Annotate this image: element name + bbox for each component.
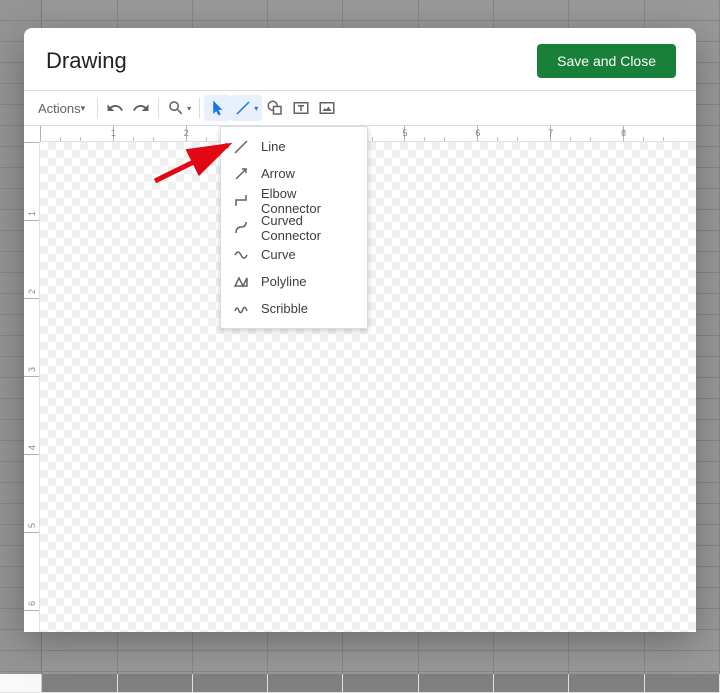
curved-connector-icon — [233, 220, 249, 236]
line-menu-scribble[interactable]: Scribble — [221, 295, 367, 322]
menu-item-label: Line — [261, 139, 286, 154]
ruler-tick: 2 — [27, 289, 37, 294]
drawing-canvas[interactable] — [40, 142, 696, 632]
actions-menu-button[interactable]: Actions — [30, 95, 93, 121]
ruler-tick: 4 — [27, 445, 37, 450]
undo-icon — [106, 99, 124, 117]
canvas-area: 1 2 3 4 5 6 7 8 1 2 3 4 5 6 Line A — [24, 126, 696, 632]
textbox-icon — [292, 99, 310, 117]
ruler-tick: 8 — [621, 128, 626, 138]
menu-item-label: Curved Connector — [261, 213, 355, 243]
line-tool-button[interactable]: ▾ — [230, 95, 262, 121]
curve-icon — [233, 247, 249, 263]
scribble-icon — [233, 301, 249, 317]
menu-item-label: Scribble — [261, 301, 308, 316]
chevron-down-icon: ▾ — [254, 104, 258, 113]
ruler-tick: 6 — [27, 601, 37, 606]
ruler-tick: 2 — [184, 128, 189, 138]
line-menu-curve[interactable]: Curve — [221, 241, 367, 268]
vertical-ruler: 1 2 3 4 5 6 — [24, 142, 40, 632]
menu-item-label: Curve — [261, 247, 296, 262]
textbox-tool-button[interactable] — [288, 95, 314, 121]
chevron-down-icon: ▾ — [187, 104, 191, 113]
zoom-button[interactable]: ▾ — [163, 95, 195, 121]
drawing-modal: Drawing Save and Close Actions ▾ ▾ — [24, 28, 696, 632]
undo-button[interactable] — [102, 95, 128, 121]
line-menu-arrow[interactable]: Arrow — [221, 160, 367, 187]
separator — [199, 98, 200, 118]
ruler-tick: 5 — [27, 523, 37, 528]
elbow-connector-icon — [233, 193, 249, 209]
separator — [158, 98, 159, 118]
line-dropdown-menu: Line Arrow Elbow Connector Curved Connec… — [220, 126, 368, 329]
menu-item-label: Arrow — [261, 166, 295, 181]
ruler-tick: 5 — [402, 128, 407, 138]
modal-title: Drawing — [46, 48, 127, 74]
shape-tool-button[interactable] — [262, 95, 288, 121]
ruler-tick: 1 — [111, 128, 116, 138]
save-and-close-button[interactable]: Save and Close — [537, 44, 676, 78]
line-menu-polyline[interactable]: Polyline — [221, 268, 367, 295]
zoom-icon — [167, 99, 185, 117]
line-menu-line[interactable]: Line — [221, 133, 367, 160]
menu-item-label: Elbow Connector — [261, 186, 355, 216]
image-tool-button[interactable] — [314, 95, 340, 121]
redo-icon — [132, 99, 150, 117]
ruler-tick: 1 — [27, 211, 37, 216]
separator — [97, 98, 98, 118]
ruler-tick: 6 — [475, 128, 480, 138]
arrow-icon — [233, 166, 249, 182]
toolbar: Actions ▾ ▾ — [24, 90, 696, 126]
modal-header: Drawing Save and Close — [24, 28, 696, 90]
shape-icon — [266, 99, 284, 117]
line-menu-elbow-connector[interactable]: Elbow Connector — [221, 187, 367, 214]
horizontal-ruler: 1 2 3 4 5 6 7 8 — [40, 126, 696, 142]
select-tool-button[interactable] — [204, 95, 230, 121]
line-icon — [233, 139, 249, 155]
image-icon — [318, 99, 336, 117]
line-menu-curved-connector[interactable]: Curved Connector — [221, 214, 367, 241]
ruler-tick: 3 — [27, 367, 37, 372]
redo-button[interactable] — [128, 95, 154, 121]
line-icon — [234, 99, 252, 117]
ruler-tick: 7 — [548, 128, 553, 138]
menu-item-label: Polyline — [261, 274, 307, 289]
cursor-icon — [208, 99, 226, 117]
polyline-icon — [233, 274, 249, 290]
